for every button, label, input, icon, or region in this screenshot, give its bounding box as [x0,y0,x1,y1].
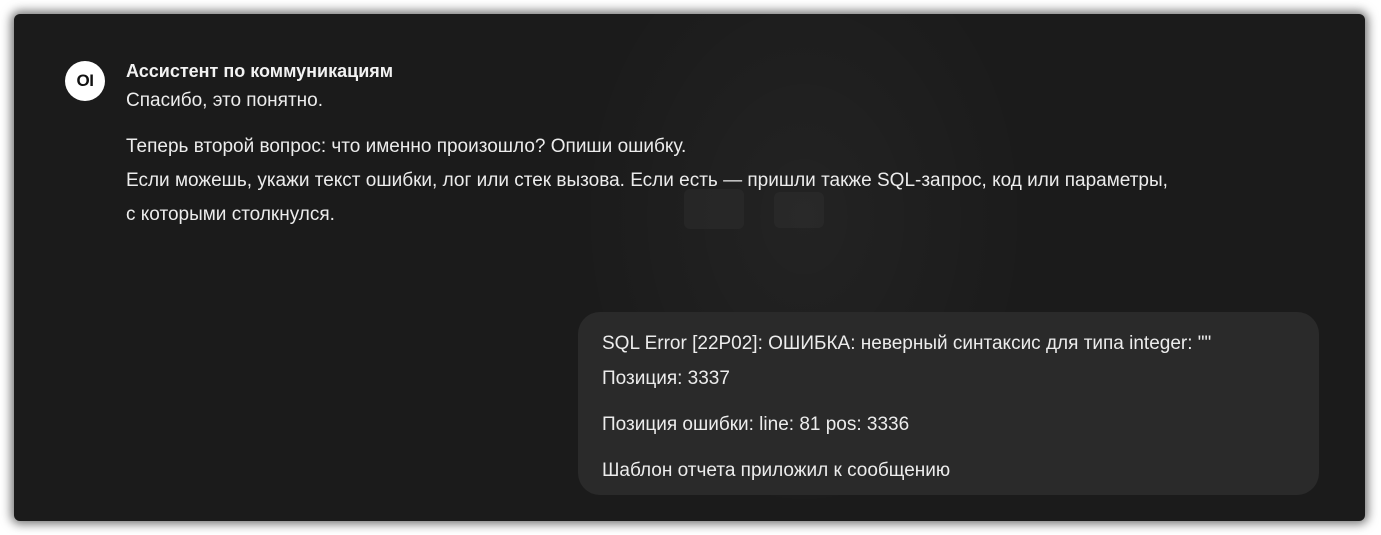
assistant-message-line: с которыми столкнулся. [126,204,335,225]
assistant-avatar: OI [65,61,105,101]
assistant-message-line: Если можешь, укажи текст ошибки, лог или… [126,170,1168,191]
assistant-avatar-logo: OI [76,71,94,90]
user-message-line: Позиция ошибки: line: 81 pos: 3336 [602,414,910,435]
chat-window: OI Ассистент по коммуникациям Спасибо, э… [14,14,1365,521]
assistant-name: Ассистент по коммуникациям [126,61,394,81]
user-message-line: SQL Error [22P02]: ОШИБКА: неверный синт… [602,333,1212,354]
user-message-bubble: SQL Error [22P02]: ОШИБКА: неверный синт… [578,312,1319,495]
user-message-line: Позиция: 3337 [602,368,730,389]
assistant-message-line: Спасибо, это понятно. [126,90,323,111]
assistant-message-line: Теперь второй вопрос: что именно произош… [126,136,687,157]
assistant-message: Ассистент по коммуникациям Спасибо, это … [126,58,1346,232]
user-message-line: Шаблон отчета приложил к сообщению [602,460,951,481]
